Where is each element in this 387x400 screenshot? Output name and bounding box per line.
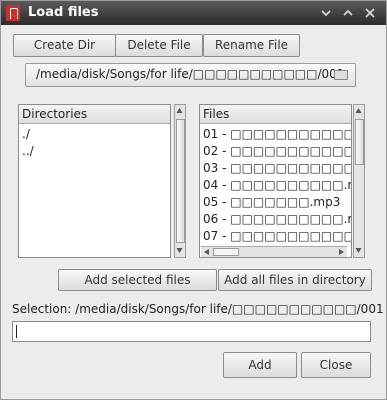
scroll-right-icon [339,249,344,255]
minimize-button[interactable] [318,5,334,21]
scroll-thumb[interactable] [176,119,185,243]
chevron-up-icon [343,9,353,16]
scroll-down-icon [355,248,362,253]
create-dir-button[interactable]: Create Dir [13,34,116,57]
combo-arrow-icon [334,70,348,80]
close-button[interactable]: Close [301,352,371,378]
files-scrollbar[interactable] [353,104,365,258]
directories-header[interactable]: Directories [19,105,170,124]
list-item[interactable]: 03 - □□□□□□□□□□□□- [203,160,351,177]
window-title: Load files [28,5,99,20]
add-all-files-button[interactable]: Add all files in directory [218,269,372,291]
path-combo-value: /media/disk/Songs/for life/□□□□□□□□□□□/0… [36,67,345,81]
list-item[interactable]: ./ [22,126,170,143]
files-items: 01 - □□□□□□□□□□□□ 02 - □□□□□□□□□□□□ 03 -… [203,126,351,245]
scroll-down-icon [176,248,183,253]
text-caret [16,325,17,338]
add-selected-files-button[interactable]: Add selected files [58,269,217,291]
list-item[interactable]: 06 - □□□□□□□□□□.mp3 [203,211,351,228]
files-list[interactable]: Files 01 - □□□□□□□□□□□□ 02 - □□□□□□□□□□□… [199,104,352,258]
scroll-left-icon [204,249,209,255]
close-window-button[interactable] [362,5,378,21]
list-item[interactable]: 04 - □□□□□□□□□□.mp3 [203,177,351,194]
directories-items: ./ ../ [22,126,170,160]
list-item[interactable]: 07 - □□□□□□□□□□□□ [203,228,351,245]
selection-label: Selection: /media/disk/Songs/for life/□□… [12,302,384,316]
scroll-thumb[interactable] [355,119,364,165]
maximize-button[interactable] [340,5,356,21]
directories-scrollbar[interactable] [174,104,186,258]
scroll-thumb[interactable] [213,248,239,256]
selection-input[interactable] [12,321,371,342]
app-icon [6,5,20,21]
load-files-dialog: Load files Create Dir Delete File Rename… [0,0,387,400]
directories-list[interactable]: Directories ./ ../ [18,104,171,258]
scroll-up-icon [355,108,362,113]
chevron-down-icon [321,10,331,17]
list-item[interactable]: 05 - □□□□□□□.mp3 [203,194,351,211]
delete-file-button[interactable]: Delete File [115,34,203,57]
close-icon [365,8,375,18]
list-item[interactable]: ../ [22,143,170,160]
add-button[interactable]: Add [223,352,297,378]
list-item[interactable]: 01 - □□□□□□□□□□□□ [203,126,351,143]
files-header[interactable]: Files [200,105,351,124]
files-hscrollbar[interactable] [201,246,347,257]
path-combo[interactable]: /media/disk/Songs/for life/□□□□□□□□□□□/0… [25,63,356,87]
list-item[interactable]: 02 - □□□□□□□□□□□□ [203,143,351,160]
rename-file-button[interactable]: Rename File [203,34,300,57]
scroll-up-icon [176,108,183,113]
title-bar[interactable]: Load files [1,1,386,25]
